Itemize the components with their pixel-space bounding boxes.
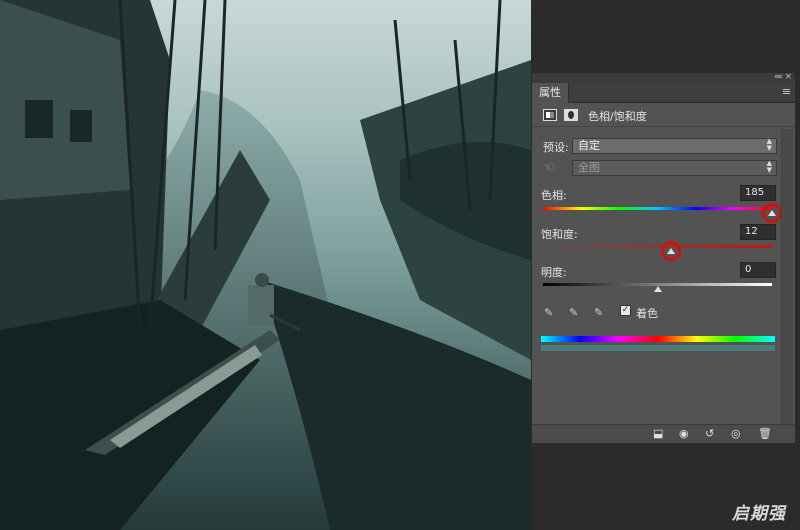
dropdown-arrows-icon: ▲ ▼ [766, 159, 772, 174]
tab-properties[interactable]: 属性 [532, 83, 569, 103]
reset-icon[interactable]: ↺ [705, 427, 714, 440]
channel-dropdown[interactable]: 全图 ▲ ▼ [572, 160, 777, 176]
clip-to-layer-icon[interactable]: ⬓ [653, 427, 663, 440]
hue-value-field[interactable]: 185 [740, 185, 776, 201]
eyedropper-minus-icon[interactable]: ✎ [594, 306, 603, 319]
output-color-bar [541, 345, 775, 351]
dropdown-arrows-icon: ▲ ▼ [766, 137, 772, 152]
panel-title-strip: «« × [532, 72, 795, 83]
colorize-label: 着色 [636, 307, 658, 320]
annotation-circle [762, 203, 782, 223]
eyedropper-plus-icon[interactable]: ✎ [569, 306, 578, 319]
trash-icon[interactable]: 🗑 [758, 427, 772, 440]
panel-footer: ⬓ ◉ ↺ ◎ 🗑 [532, 424, 795, 443]
saturation-label: 饱和度: [541, 228, 578, 241]
hue-saturation-adjustment-icon [543, 109, 557, 121]
hue-slider-track[interactable] [543, 207, 772, 210]
photo-canvas [0, 0, 531, 530]
eyedropper-icon[interactable]: ✎ [544, 306, 553, 319]
annotation-circle [661, 241, 682, 261]
lightness-slider-thumb[interactable] [653, 286, 662, 292]
adjustment-title: 色相/饱和度 [588, 110, 647, 123]
properties-panel: «« × 属性 ≡ 色相/饱和度 预设: 自定 ▲ ▼ ☜ 全图 ▲ ▼ 色相: 1… [531, 72, 796, 444]
channel-value: 全图 [578, 161, 600, 174]
saturation-value-field[interactable]: 12 [740, 224, 776, 240]
lake-scene-image [0, 0, 531, 530]
saturation-slider-track[interactable] [543, 245, 772, 248]
preset-value: 自定 [578, 139, 600, 152]
panel-scrollbar[interactable] [781, 129, 793, 424]
colorize-checkbox[interactable]: ✓ [620, 305, 631, 316]
lightness-value-field[interactable]: 0 [740, 262, 776, 278]
targeted-adjustment-hand-icon[interactable]: ☜ [543, 160, 555, 175]
close-panel-icon[interactable]: × [784, 72, 792, 82]
layer-mask-icon[interactable] [564, 109, 578, 121]
panel-menu-icon[interactable]: ≡ [782, 85, 791, 98]
preset-label: 预设: [543, 141, 569, 154]
lightness-label: 明度: [541, 266, 567, 279]
preset-dropdown[interactable]: 自定 ▲ ▼ [572, 138, 777, 154]
eye-icon[interactable]: ◎ [731, 427, 741, 440]
collapse-panel-icon[interactable]: «« [774, 72, 783, 82]
adjustment-header: 色相/饱和度 [532, 103, 795, 127]
hue-label: 色相: [541, 189, 567, 202]
input-color-bar [541, 336, 775, 342]
panel-tabbar: 属性 ≡ [532, 83, 795, 103]
toggle-visibility-prev-icon[interactable]: ◉ [679, 427, 689, 440]
watermark-logo: 启期强 [732, 504, 786, 524]
